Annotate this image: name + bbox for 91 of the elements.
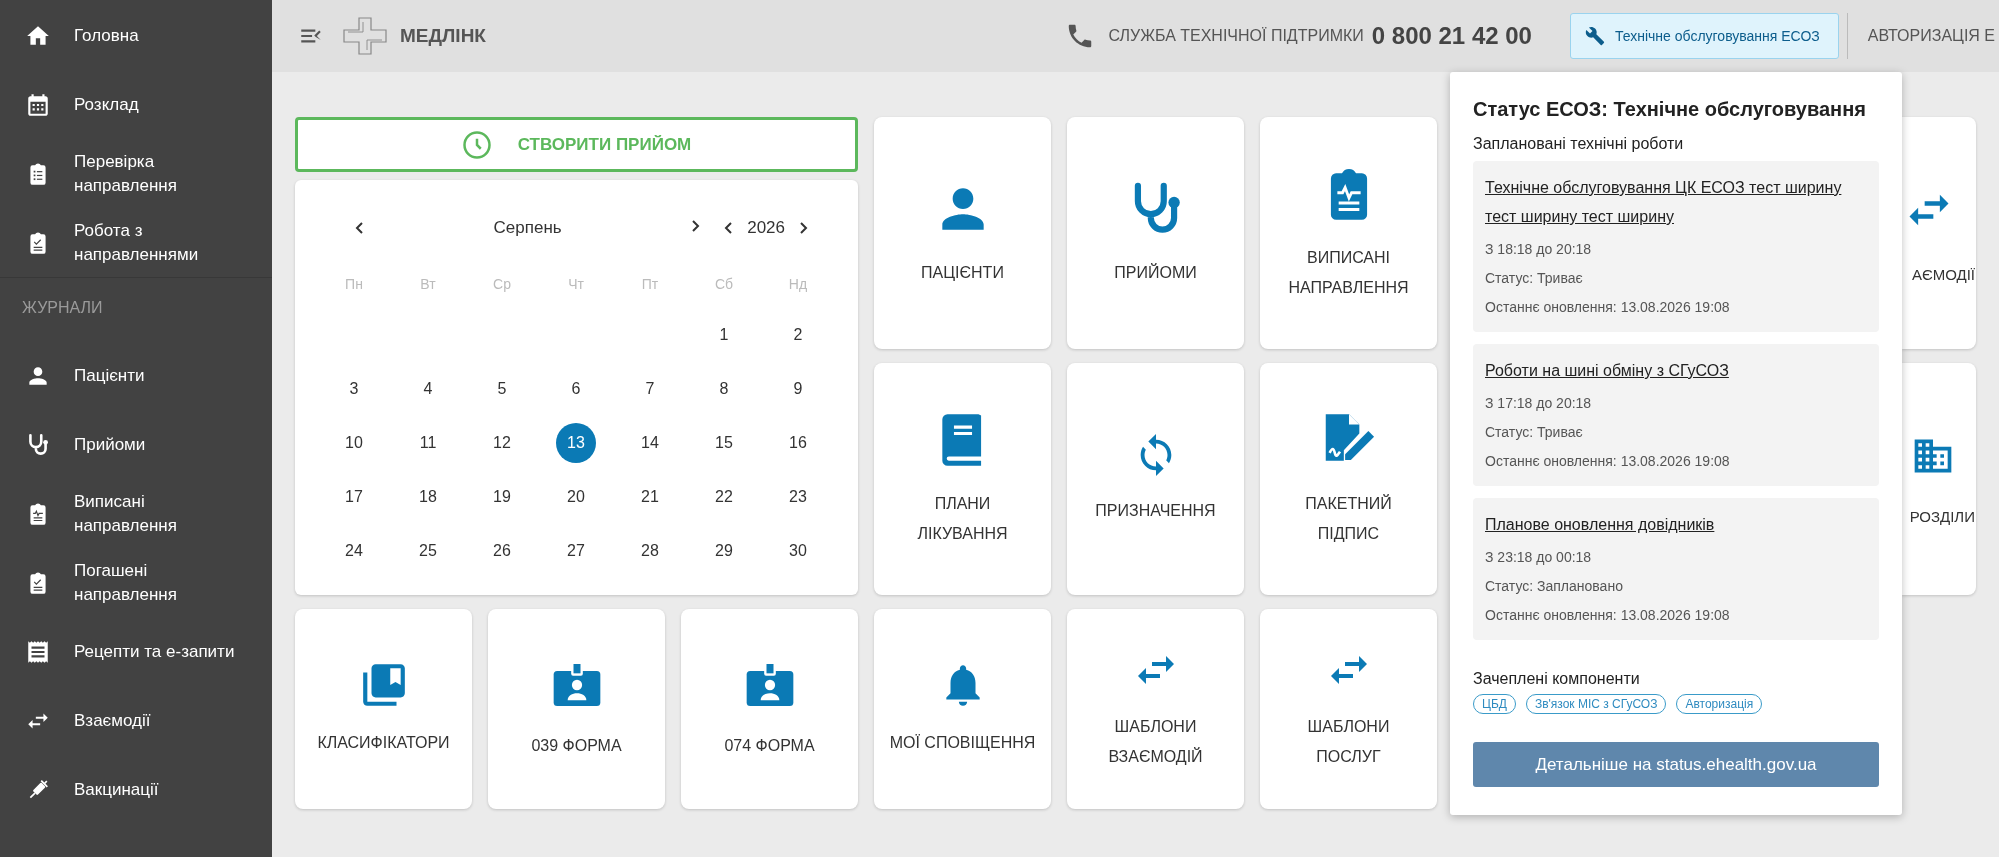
maintenance-status: Статус: Заплановано: [1485, 577, 1623, 596]
sidebar-item[interactable]: Виписані направлення: [0, 479, 272, 548]
maintenance-title-link[interactable]: Технічне обслуговування ЦК ЕСОЗ тест ширину тест ширину тест ширину: [1485, 173, 1867, 231]
calendar-day[interactable]: 13: [556, 423, 596, 463]
popup-title: Статус ЕСОЗ: Технічне обслуговування: [1473, 98, 1867, 121]
calendar-day[interactable]: 26: [482, 531, 522, 571]
weekday-label: Пн: [345, 276, 363, 292]
calendar-day[interactable]: 5: [482, 369, 522, 409]
sidebar-item[interactable]: Головна: [0, 1, 272, 70]
calendar-day[interactable]: 21: [630, 477, 670, 517]
menu-tile[interactable]: ВИПИСАНІ НАПРАВЛЕННЯ: [1260, 117, 1437, 349]
section-heading: Зачеплені компоненти: [1473, 670, 1641, 688]
maintenance-updated: Останнє оновлення: 13.08.2026 19:08: [1485, 298, 1730, 317]
menu-tile[interactable]: РОЗДІЛИ: [1902, 363, 1976, 595]
support-label: СЛУЖБА ТЕХНІЧНОЇ ПІДТРИМКИ: [1108, 27, 1364, 45]
weekday-label: Вт: [420, 276, 436, 292]
maintenance-updated: Останнє оновлення: 13.08.2026 19:08: [1485, 606, 1730, 625]
menu-tile[interactable]: ШАБЛОНИ ПОСЛУГ: [1260, 609, 1437, 809]
maintenance-status: Статус: Триває: [1485, 269, 1583, 288]
receipt-icon: [25, 638, 51, 665]
sidebar-item[interactable]: Розклад: [0, 70, 272, 139]
sidebar-item[interactable]: Погашені направлення: [0, 548, 272, 617]
menu-tile[interactable]: ПАЦІЄНТИ: [874, 117, 1051, 349]
menu-tile[interactable]: ШАБЛОНИ ВЗАЄМОДІЙ: [1067, 609, 1244, 809]
calendar-day[interactable]: 16: [778, 423, 818, 463]
calendar-day[interactable]: 2: [778, 315, 818, 355]
calendar-day[interactable]: 7: [630, 369, 670, 409]
weekday-label: Чт: [568, 276, 584, 292]
weekday-label: Нд: [788, 276, 808, 292]
maintenance-updated: Останнє оновлення: 13.08.2026 19:08: [1485, 452, 1730, 471]
menu-tile[interactable]: МОЇ СПОВІЩЕННЯ: [874, 609, 1051, 809]
calendar-year: 2026: [747, 218, 785, 238]
menu-tile[interactable]: КЛАСИФІКАТОРИ: [295, 609, 472, 809]
section-heading: Заплановані технічні роботи: [1473, 135, 1685, 153]
calendar-day[interactable]: 20: [556, 477, 596, 517]
calendar-day[interactable]: 12: [482, 423, 522, 463]
calendar-day[interactable]: 24: [334, 531, 374, 571]
logo-icon: [342, 16, 388, 56]
calendar-icon: [25, 91, 51, 118]
calendar-day[interactable]: 29: [704, 531, 744, 571]
calendar-day[interactable]: 25: [408, 531, 448, 571]
wrench-icon: [1584, 26, 1605, 46]
sidebar-item[interactable]: Рецепти та е-запити: [0, 617, 272, 686]
calendar-day[interactable]: 27: [556, 531, 596, 571]
sidebar-item[interactable]: Взаємодії: [0, 686, 272, 755]
calendar-day[interactable]: 22: [704, 477, 744, 517]
authorization-link[interactable]: АВТОРИЗАЦІЯ Е: [1867, 27, 1999, 45]
section-heading: ЖУРНАЛИ: [21, 298, 104, 318]
calendar-day[interactable]: 15: [704, 423, 744, 463]
maintenance-time: З 23:18 до 00:18: [1485, 548, 1592, 567]
sidebar-item[interactable]: Пацієнти: [0, 341, 272, 410]
menu-tile[interactable]: 074 ФОРМА: [681, 609, 858, 809]
maintenance-title-link[interactable]: Роботи на шині обміну з СГуСОЗ: [1485, 356, 1729, 385]
logo-text: МЕДЛІНК: [400, 25, 486, 47]
calendar-day[interactable]: 23: [778, 477, 818, 517]
sidebar-item[interactable]: Перевірка направлення: [0, 139, 272, 208]
sidebar-item[interactable]: Вакцинації: [0, 755, 272, 824]
calendar-day[interactable]: 14: [630, 423, 670, 463]
calendar-day[interactable]: 17: [334, 477, 374, 517]
calendar-month: Серпень: [492, 218, 563, 238]
calendar-day[interactable]: 8: [704, 369, 744, 409]
menu-tile[interactable]: ПРИЙОМИ: [1067, 117, 1244, 349]
maintenance-time: З 18:18 до 20:18: [1485, 240, 1592, 259]
calendar-day[interactable]: 18: [408, 477, 448, 517]
sidebar-item[interactable]: Робота з направленнями: [0, 208, 272, 277]
maintenance-title-link[interactable]: Планове оновлення довідників: [1485, 510, 1715, 539]
calendar-day[interactable]: 1: [704, 315, 744, 355]
weekday-label: Пт: [641, 276, 659, 292]
calendar-day[interactable]: 30: [778, 531, 818, 571]
menu-tile[interactable]: АЄМОДІЇ: [1902, 117, 1976, 349]
maintenance-status: Статус: Триває: [1485, 423, 1583, 442]
calendar-day[interactable]: 4: [408, 369, 448, 409]
calendar-day[interactable]: 9: [778, 369, 818, 409]
details-button[interactable]: Детальніше на status.ehealth.gov.ua: [1473, 742, 1879, 787]
calendar-day[interactable]: 6: [556, 369, 596, 409]
calendar-day[interactable]: 28: [630, 531, 670, 571]
menu-tile[interactable]: 039 ФОРМА: [488, 609, 665, 809]
menu-tile[interactable]: ПРИЗНАЧЕННЯ: [1067, 363, 1244, 595]
sidebar-item[interactable]: Прийоми: [0, 410, 272, 479]
support-phone: 0 800 21 42 00: [1371, 22, 1532, 50]
menu-tile[interactable]: ПЛАНИ ЛІКУВАННЯ: [874, 363, 1051, 595]
menu-tile[interactable]: ПАКЕТНИЙ ПІДПИС: [1260, 363, 1437, 595]
weekday-label: Ср: [493, 276, 511, 292]
calendar-day[interactable]: 19: [482, 477, 522, 517]
clock-icon: [461, 129, 492, 160]
calendar-day[interactable]: 10: [334, 423, 374, 463]
weekday-label: Сб: [714, 276, 734, 292]
maintenance-button[interactable]: Технічне обслуговування ЕСОЗ: [1569, 13, 1839, 59]
maintenance-time: З 17:18 до 20:18: [1485, 394, 1592, 413]
calendar-day[interactable]: 11: [408, 423, 448, 463]
calendar-day[interactable]: 3: [334, 369, 374, 409]
